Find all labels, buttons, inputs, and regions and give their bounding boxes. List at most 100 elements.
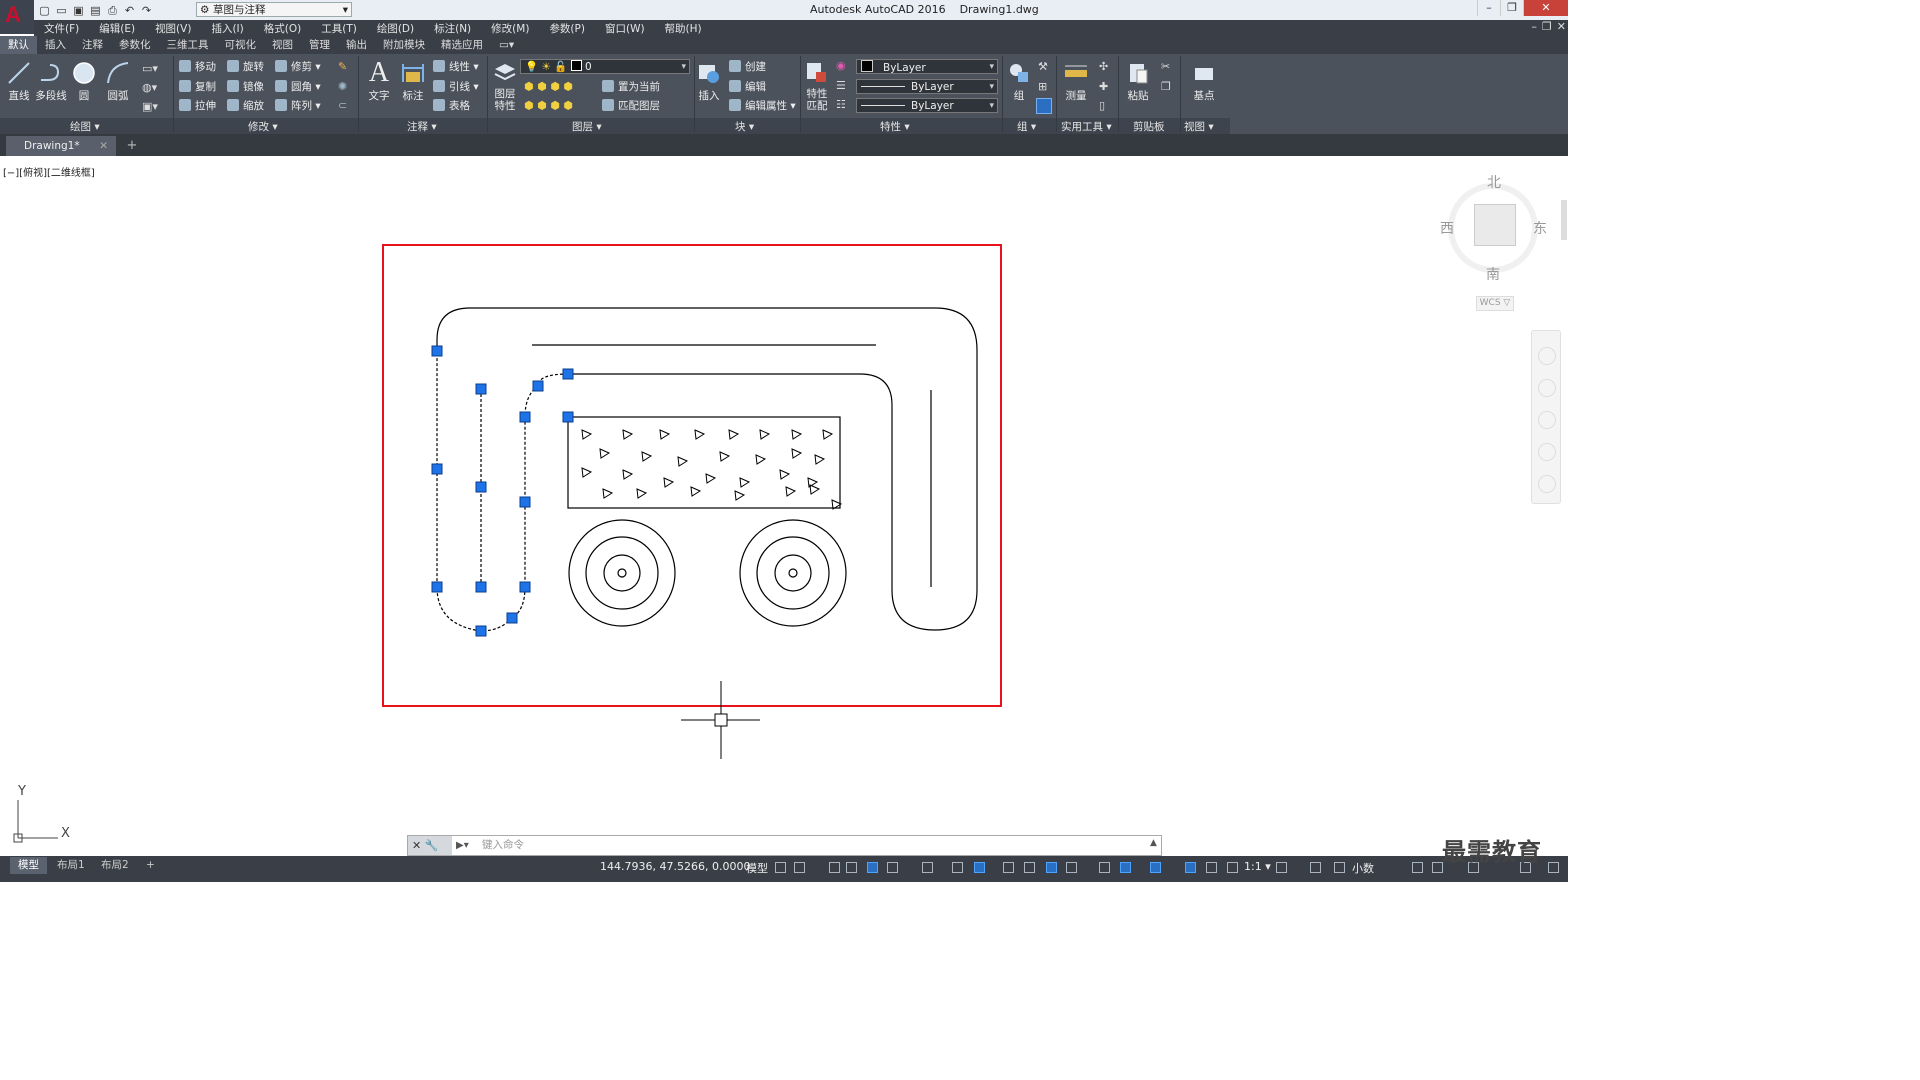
grid-icon[interactable] — [775, 862, 786, 873]
zoom-icon[interactable] — [1538, 411, 1556, 429]
pan-icon[interactable] — [1538, 379, 1556, 397]
grip-point[interactable] — [431, 581, 443, 593]
viewcube-top-face[interactable] — [1474, 204, 1516, 246]
infer-icon[interactable] — [829, 862, 840, 873]
viewcube-west[interactable]: 西 — [1440, 218, 1454, 238]
command-history-icon[interactable]: ▲ — [1150, 838, 1157, 848]
hatch-triangle — [719, 451, 731, 462]
selected-polyline[interactable] — [436, 351, 569, 632]
hatch-triangle — [739, 477, 751, 488]
polar-icon[interactable] — [887, 862, 898, 873]
hatch-triangle — [581, 429, 593, 440]
grip-point[interactable] — [519, 581, 531, 593]
wcs-menu[interactable]: WCS ▽ — [1476, 296, 1514, 311]
vertical-scrollbar[interactable] — [1561, 200, 1567, 240]
customize-icon[interactable] — [1548, 862, 1559, 873]
hatch-triangle — [785, 486, 797, 497]
hatch-triangle — [791, 448, 803, 459]
3d-osnap-icon[interactable] — [1066, 862, 1077, 873]
showmotion-icon[interactable] — [1538, 475, 1556, 493]
grip-point[interactable] — [431, 463, 443, 475]
grip-point[interactable] — [431, 345, 443, 357]
customize-icon[interactable]: 🔧 — [425, 839, 439, 852]
transparency-icon[interactable] — [1024, 862, 1035, 873]
selection-filter-icon[interactable] — [1120, 862, 1131, 873]
annotation-scale[interactable]: 1:1 ▾ — [1244, 860, 1271, 873]
layout-tab-layout1[interactable]: 布局1 — [49, 857, 93, 874]
grip-point[interactable] — [519, 496, 531, 508]
grip-point[interactable] — [475, 581, 487, 593]
object-snap-tracking-icon[interactable] — [952, 862, 963, 873]
command-line-controls: ✕ 🔧 — [408, 836, 452, 855]
viewcube-south[interactable]: 南 — [1486, 264, 1500, 284]
quick-properties-icon[interactable] — [1334, 862, 1345, 873]
viewcube-north[interactable]: 北 — [1487, 172, 1501, 192]
watermark-logo: 最需教育 — [1442, 838, 1542, 866]
hatch-triangle — [690, 486, 702, 497]
command-input[interactable] — [482, 838, 1132, 852]
ucs-icon — [13, 800, 58, 843]
selection-cycling-icon[interactable] — [1046, 862, 1057, 873]
object-snap-icon[interactable] — [974, 862, 985, 873]
hatch-triangle — [759, 429, 771, 440]
lineweight-icon[interactable] — [1003, 862, 1014, 873]
hatch-triangle — [809, 484, 821, 495]
hatch-triangle — [641, 451, 653, 462]
dynamic-ucs-icon[interactable] — [846, 862, 857, 873]
coordinates-readout[interactable]: 144.7936, 47.5266, 0.0000 — [600, 860, 750, 873]
left-wheel[interactable] — [568, 519, 676, 627]
layout-tab-model[interactable]: 模型 — [10, 857, 47, 874]
lock-ui-icon[interactable] — [1412, 862, 1423, 873]
triangle-hatch-pattern — [581, 429, 843, 510]
outer-frame[interactable] — [382, 244, 1002, 707]
hatch-triangle — [779, 469, 791, 480]
hatch-triangle — [636, 488, 648, 499]
hatch-triangle — [659, 429, 671, 440]
auto-scale-icon[interactable] — [1206, 862, 1217, 873]
hatch-triangle — [791, 429, 803, 440]
gizmo-icon[interactable] — [1150, 862, 1161, 873]
command-prompt-icon[interactable]: ▶▾ — [456, 836, 470, 855]
hatch-triangle — [622, 429, 634, 440]
add-layout-icon[interactable]: + — [138, 857, 163, 874]
grip-point[interactable] — [475, 625, 487, 637]
steering-wheel-icon[interactable] — [1538, 347, 1556, 365]
grip-point[interactable] — [562, 411, 574, 423]
viewcube-east[interactable]: 东 — [1533, 218, 1547, 238]
crosshair-cursor — [681, 681, 760, 759]
ucs-y-label: Y — [18, 784, 26, 799]
annotation-monitor-icon[interactable] — [1276, 862, 1287, 873]
grip-point[interactable] — [562, 368, 574, 380]
hatch-triangle — [677, 456, 689, 467]
ortho-icon[interactable] — [867, 862, 878, 873]
hatch-triangle — [734, 490, 746, 501]
hatch-triangle — [622, 469, 634, 480]
grip-point[interactable] — [475, 383, 487, 395]
workspace-icon[interactable] — [1227, 862, 1238, 873]
isodraft-icon[interactable] — [922, 862, 933, 873]
hatch-triangle — [822, 429, 834, 440]
snap-icon[interactable] — [794, 862, 805, 873]
units-readout[interactable]: 小数 — [1352, 860, 1374, 876]
selection-grips[interactable] — [431, 345, 574, 637]
annotation-visibility-icon[interactable] — [1185, 862, 1196, 873]
hatch-triangle — [755, 454, 767, 465]
hatched-rectangle[interactable] — [567, 416, 841, 509]
close-command-line-icon[interactable]: ✕ — [412, 839, 421, 852]
drawing-svg — [13, 244, 1002, 843]
hatch-triangle — [814, 454, 826, 465]
navigation-bar — [1531, 330, 1561, 504]
outer-track-line[interactable] — [436, 307, 978, 631]
orbit-icon[interactable] — [1538, 443, 1556, 461]
grip-point[interactable] — [532, 380, 544, 392]
dynamic-input-icon[interactable] — [1099, 862, 1110, 873]
units-icon[interactable] — [1310, 862, 1321, 873]
grip-point[interactable] — [475, 481, 487, 493]
hatch-triangle — [694, 429, 706, 440]
grip-point[interactable] — [506, 612, 518, 624]
layout-tab-layout2[interactable]: 布局2 — [93, 857, 137, 874]
right-wheel[interactable] — [739, 519, 847, 627]
hatch-triangle — [728, 429, 740, 440]
grip-point[interactable] — [519, 411, 531, 423]
model-space-button[interactable]: 模型 — [746, 860, 768, 876]
